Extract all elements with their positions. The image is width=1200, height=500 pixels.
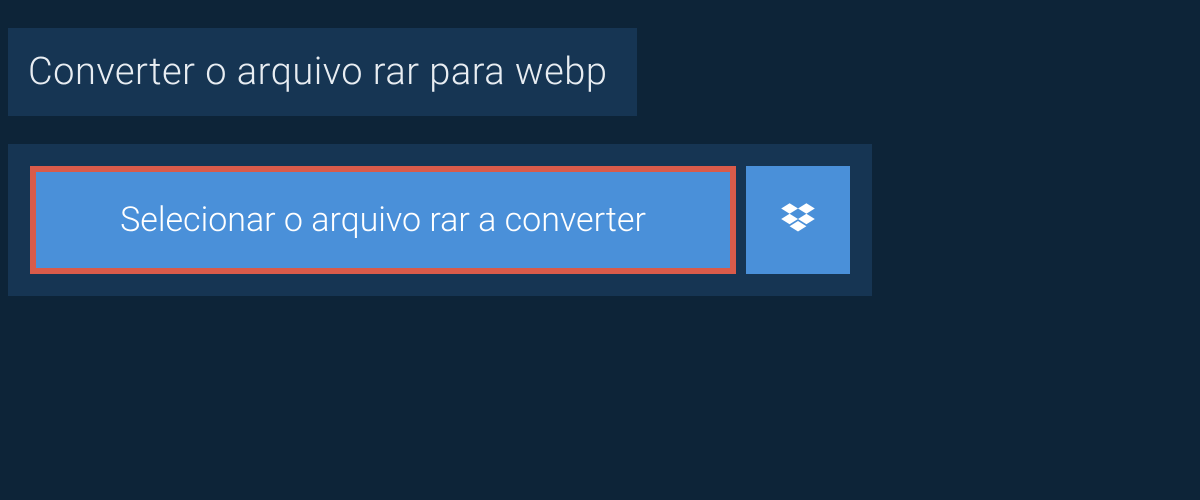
upload-panel: Selecionar o arquivo rar a converter bbox=[8, 144, 872, 296]
select-file-label: Selecionar o arquivo rar a converter bbox=[120, 200, 646, 240]
header-tab: Converter o arquivo rar para webp bbox=[8, 28, 637, 116]
page-title: Converter o arquivo rar para webp bbox=[28, 50, 607, 94]
select-file-button[interactable]: Selecionar o arquivo rar a converter bbox=[30, 166, 736, 274]
dropbox-icon bbox=[777, 199, 819, 241]
dropbox-button[interactable] bbox=[746, 166, 850, 274]
